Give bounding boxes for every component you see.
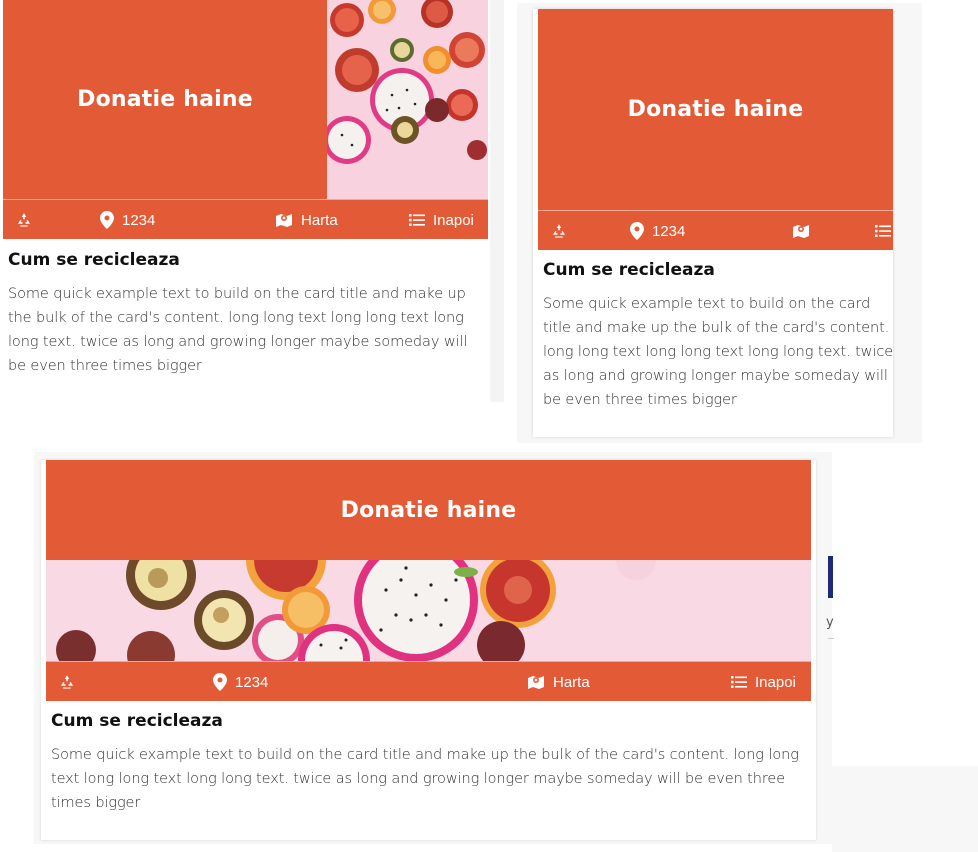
map-label: Harta [301, 211, 338, 229]
card-title: Donatie haine [77, 87, 253, 112]
list-icon [731, 676, 747, 688]
map-icon [793, 224, 809, 238]
fruit-photo [46, 560, 811, 661]
location-number: 1234 [122, 211, 156, 229]
recycle-button[interactable] [58, 662, 76, 702]
location-button[interactable]: 1234 [630, 211, 685, 251]
map-button[interactable]: Harta [527, 662, 590, 702]
card-heading: Cum se recicleaza [8, 250, 180, 270]
partial-divider [828, 638, 834, 639]
card-heading: Cum se recicleaza [51, 711, 223, 731]
card-hero: Donatie haine [46, 460, 811, 560]
map-button[interactable]: Harta [275, 200, 338, 240]
location-button[interactable]: 1234 [100, 200, 155, 240]
back-label: Inapoi [433, 211, 474, 229]
card-title: Donatie haine [340, 497, 517, 523]
recycle-icon [18, 213, 30, 227]
recycle-button[interactable] [550, 211, 568, 251]
partial-text-y: y [826, 615, 834, 630]
map-button[interactable] [792, 211, 810, 251]
card-body-text: Some quick example text to build on the … [8, 286, 468, 374]
card-hero: Donatie haine [3, 0, 327, 199]
card-action-bar: 1234 Harta Inapoi [3, 199, 488, 239]
back-button[interactable]: Inapoi [409, 200, 474, 240]
fruit-photo [327, 0, 488, 199]
panel-shade-bottom-right [832, 766, 978, 852]
card-body-clip: Some quick example text to build on the … [543, 292, 894, 417]
card-heading: Cum se recicleaza [543, 260, 715, 280]
list-icon [409, 214, 425, 226]
location-number: 1234 [235, 673, 269, 691]
list-icon [875, 225, 891, 237]
card-hero: Donatie haine [538, 9, 893, 210]
location-button[interactable]: 1234 [213, 662, 268, 702]
map-label: Harta [553, 673, 590, 691]
card-body-text: Some quick example text to build on the … [543, 296, 894, 408]
card-title: Donatie haine [627, 97, 804, 122]
card-action-bar: 1234 [538, 210, 893, 250]
map-icon [276, 213, 292, 227]
recycle-icon [61, 675, 73, 689]
card-action-bar: 1234 Harta Inapoi [46, 661, 811, 701]
map-pin-icon [213, 673, 227, 691]
location-number: 1234 [652, 222, 686, 240]
recycle-button[interactable] [15, 200, 33, 240]
map-pin-icon [100, 211, 114, 229]
back-button[interactable] [875, 211, 891, 251]
partial-navy-block [828, 556, 833, 598]
recycle-icon [553, 224, 565, 238]
back-button[interactable]: Inapoi [731, 662, 796, 702]
map-icon [528, 675, 544, 689]
panel-shade-left-edge [490, 0, 504, 402]
card-body-text: Some quick example text to build on the … [51, 747, 799, 811]
map-pin-icon [630, 222, 644, 240]
back-label: Inapoi [755, 673, 796, 691]
